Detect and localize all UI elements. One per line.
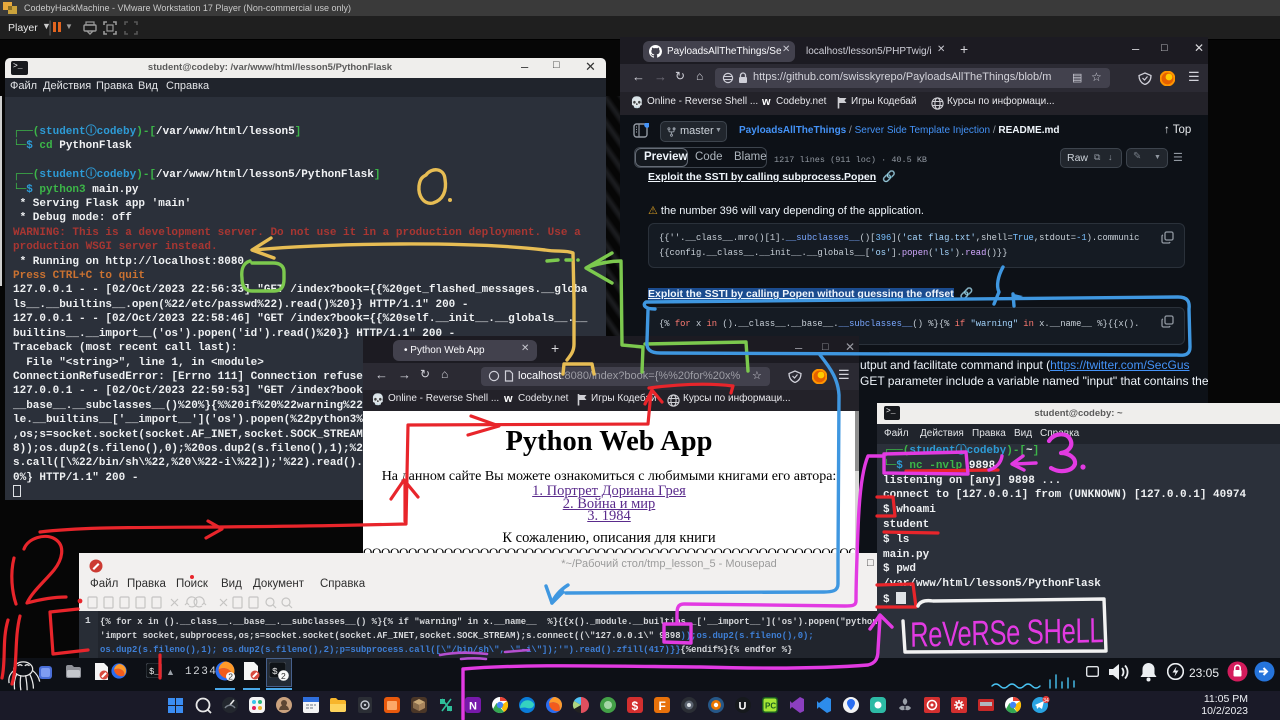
svg-text:ReVeRSe SHeLL: ReVeRSe SHeLL: [910, 610, 1104, 655]
